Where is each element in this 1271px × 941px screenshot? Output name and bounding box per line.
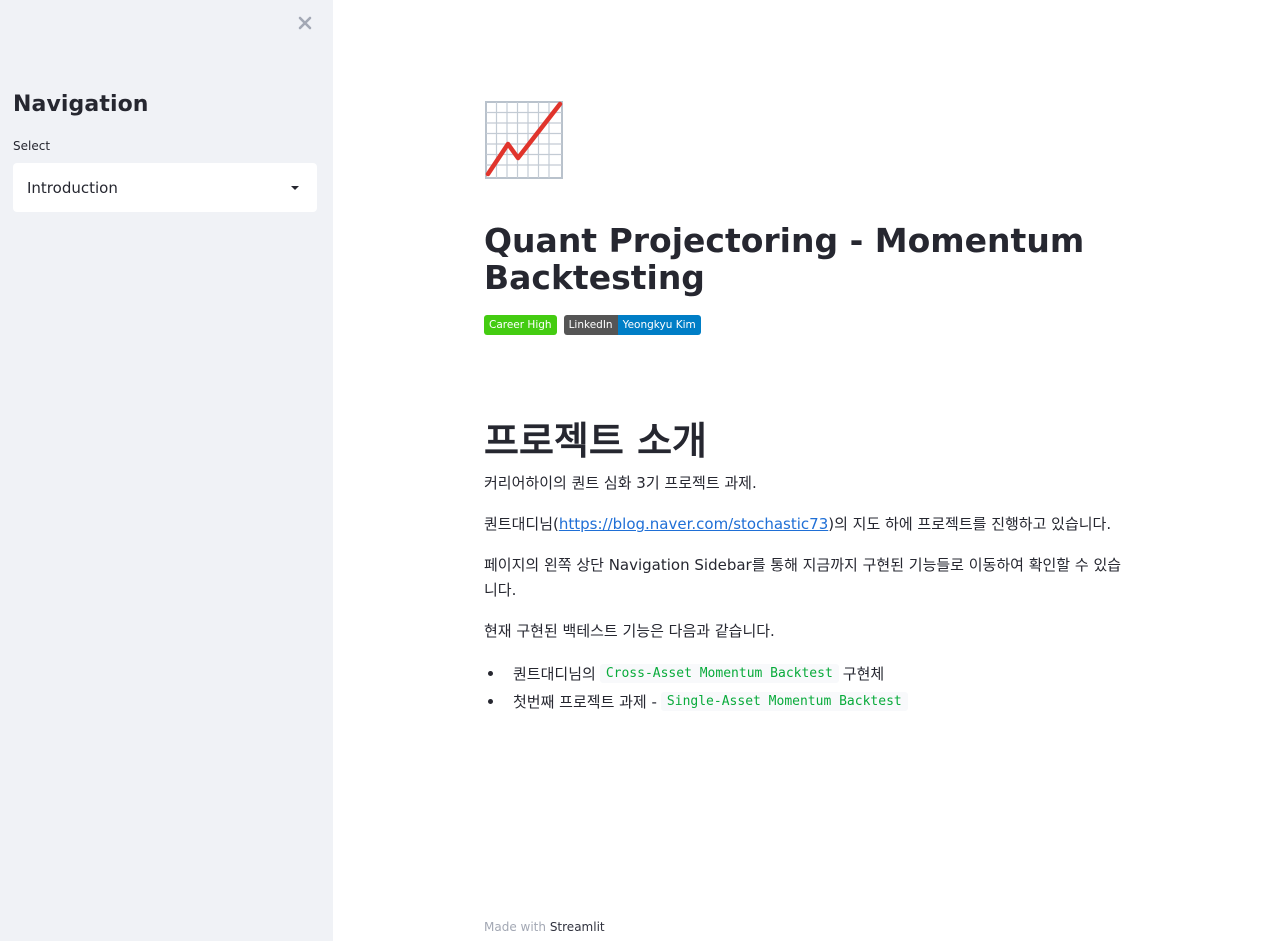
list-item-code: Single-Asset Momentum Backtest — [660, 691, 908, 711]
linkedin-badge[interactable]: LinkedIn Yeongkyu Kim — [563, 315, 701, 335]
select-value: Introduction — [27, 178, 118, 197]
navigation-paragraph: 페이지의 왼쪽 상단 Navigation Sidebar를 통해 지금까지 구… — [484, 553, 1184, 603]
navigation-text-line2: 니다. — [484, 581, 517, 599]
chart-increasing-icon — [485, 101, 563, 179]
list-item-text: 퀀트대디님의 — [513, 664, 596, 683]
close-sidebar-button[interactable] — [294, 12, 316, 34]
list-item: 첫번째 프로젝트 과제 - Single-Asset Momentum Back… — [484, 687, 912, 715]
caret-down-icon — [291, 185, 299, 190]
select-label: Select — [13, 139, 51, 153]
app: Navigation Select Introduction Quant Pro… — [0, 0, 1271, 941]
navigation-select[interactable]: Introduction — [13, 163, 317, 212]
section-title: 프로젝트 소개 — [484, 419, 707, 463]
close-icon — [298, 16, 312, 30]
career-high-badge[interactable]: Career High — [484, 315, 557, 335]
list-item-text: 첫번째 프로젝트 과제 - — [513, 692, 657, 711]
sidebar: Navigation Select Introduction — [0, 0, 333, 941]
badges: Career High LinkedIn Yeongkyu Kim — [484, 315, 701, 335]
list-item-code: Cross-Asset Momentum Backtest — [599, 663, 839, 683]
list-item: 퀀트대디님의 Cross-Asset Momentum Backtest 구현체 — [484, 659, 912, 687]
badge-left-label: LinkedIn — [563, 315, 618, 335]
intro-paragraph: 커리어하이의 퀀트 심화 3기 프로젝트 과제. — [484, 474, 757, 492]
streamlit-link[interactable]: Streamlit — [550, 920, 605, 934]
page-title: Quant Projectoring - Momentum Backtestin… — [484, 221, 1085, 297]
main-content: Quant Projectoring - Momentum Backtestin… — [484, 0, 1184, 941]
bullet-icon — [488, 670, 493, 676]
list-item-suffix: 구현체 — [842, 664, 885, 683]
sidebar-title: Navigation — [13, 92, 149, 117]
navigation-text-line1: 페이지의 왼쪽 상단 Navigation Sidebar를 통해 지금까지 구… — [484, 556, 1122, 574]
mentor-paragraph: 퀀트대디님(https://blog.naver.com/stochastic7… — [484, 512, 1184, 537]
features-paragraph: 현재 구현된 백테스트 기능은 다음과 같습니다. — [484, 622, 775, 640]
mentor-blog-link[interactable]: https://blog.naver.com/stochastic73 — [559, 515, 828, 533]
badge-label: Career High — [484, 315, 557, 335]
mentor-text-before: 퀀트대디님( — [484, 515, 559, 533]
footer-prefix: Made with — [484, 920, 546, 934]
badge-right-label: Yeongkyu Kim — [617, 315, 701, 335]
footer: Made with Streamlit — [484, 920, 605, 934]
mentor-text-after: )의 지도 하에 프로젝트를 진행하고 있습니다. — [828, 515, 1112, 533]
bullet-icon — [488, 698, 493, 704]
feature-list: 퀀트대디님의 Cross-Asset Momentum Backtest 구현체… — [484, 659, 912, 715]
